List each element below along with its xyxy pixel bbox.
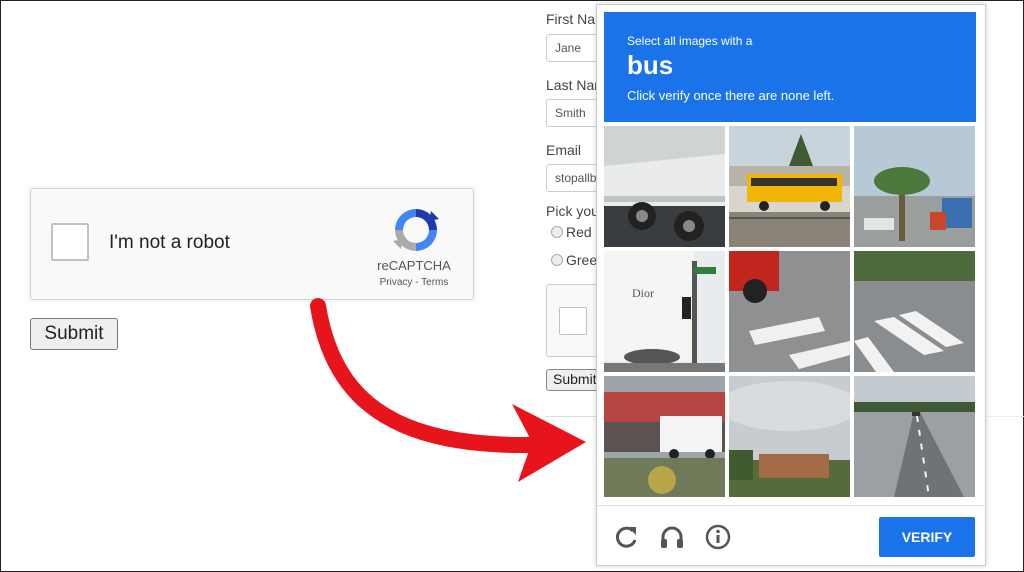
tile-crosswalk-intersection[interactable] — [854, 251, 975, 372]
tile-palm-trees-street[interactable] — [854, 126, 975, 247]
radio-red-label: Red — [566, 224, 592, 240]
tile-bus-side-closeup[interactable] — [604, 126, 725, 247]
challenge-header: Select all images with a bus Click verif… — [604, 12, 976, 122]
recaptcha-links: Privacy - Terms — [361, 277, 467, 288]
svg-text:Dior: Dior — [632, 286, 654, 300]
reload-icon[interactable] — [613, 524, 639, 550]
terms-link[interactable]: Terms — [421, 277, 448, 288]
recaptcha-challenge-popup: Select all images with a bus Click verif… — [596, 4, 986, 566]
challenge-instruction: Select all images with a — [627, 34, 753, 48]
tile-highway-road[interactable] — [854, 376, 975, 497]
verify-button[interactable]: VERIFY — [879, 517, 975, 557]
pick-color-label: Pick you — [546, 203, 599, 219]
email-label: Email — [546, 142, 582, 158]
info-icon[interactable] — [705, 524, 731, 550]
audio-icon[interactable] — [659, 524, 685, 550]
radio-red[interactable] — [551, 226, 563, 238]
privacy-link[interactable]: Privacy — [380, 277, 413, 288]
tile-yellow-school-bus[interactable] — [729, 126, 850, 247]
submit-button[interactable]: Submit — [30, 318, 118, 350]
link-separator: - — [412, 277, 422, 288]
challenge-target: bus — [627, 50, 674, 80]
tile-building-traffic-light[interactable]: Dior — [604, 251, 725, 372]
first-name-label: First Nar — [546, 11, 600, 27]
recaptcha-label: I'm not a robot — [109, 232, 230, 253]
recaptcha-mini-checkbox[interactable] — [559, 307, 587, 335]
recaptcha-brand: reCAPTCHA — [377, 258, 451, 273]
challenge-footer: VERIFY — [597, 505, 985, 566]
challenge-image-grid: Dior — [604, 126, 976, 499]
form-divider — [546, 416, 596, 417]
tile-red-truck-crosswalk[interactable] — [729, 251, 850, 372]
last-name-label: Last Nar — [546, 77, 599, 93]
radio-green[interactable] — [551, 254, 563, 266]
recaptcha-logo-icon — [391, 205, 441, 255]
recaptcha-checkbox[interactable] — [51, 223, 89, 261]
recaptcha-widget: I'm not a robot reCAPTCHA Privacy - Term… — [30, 188, 474, 300]
tile-cloudy-sky-buildings[interactable] — [729, 376, 850, 497]
challenge-subtext: Click verify once there are none left. — [627, 88, 835, 103]
form-divider-right — [980, 416, 1024, 417]
tile-white-bus-storefront[interactable] — [604, 376, 725, 497]
